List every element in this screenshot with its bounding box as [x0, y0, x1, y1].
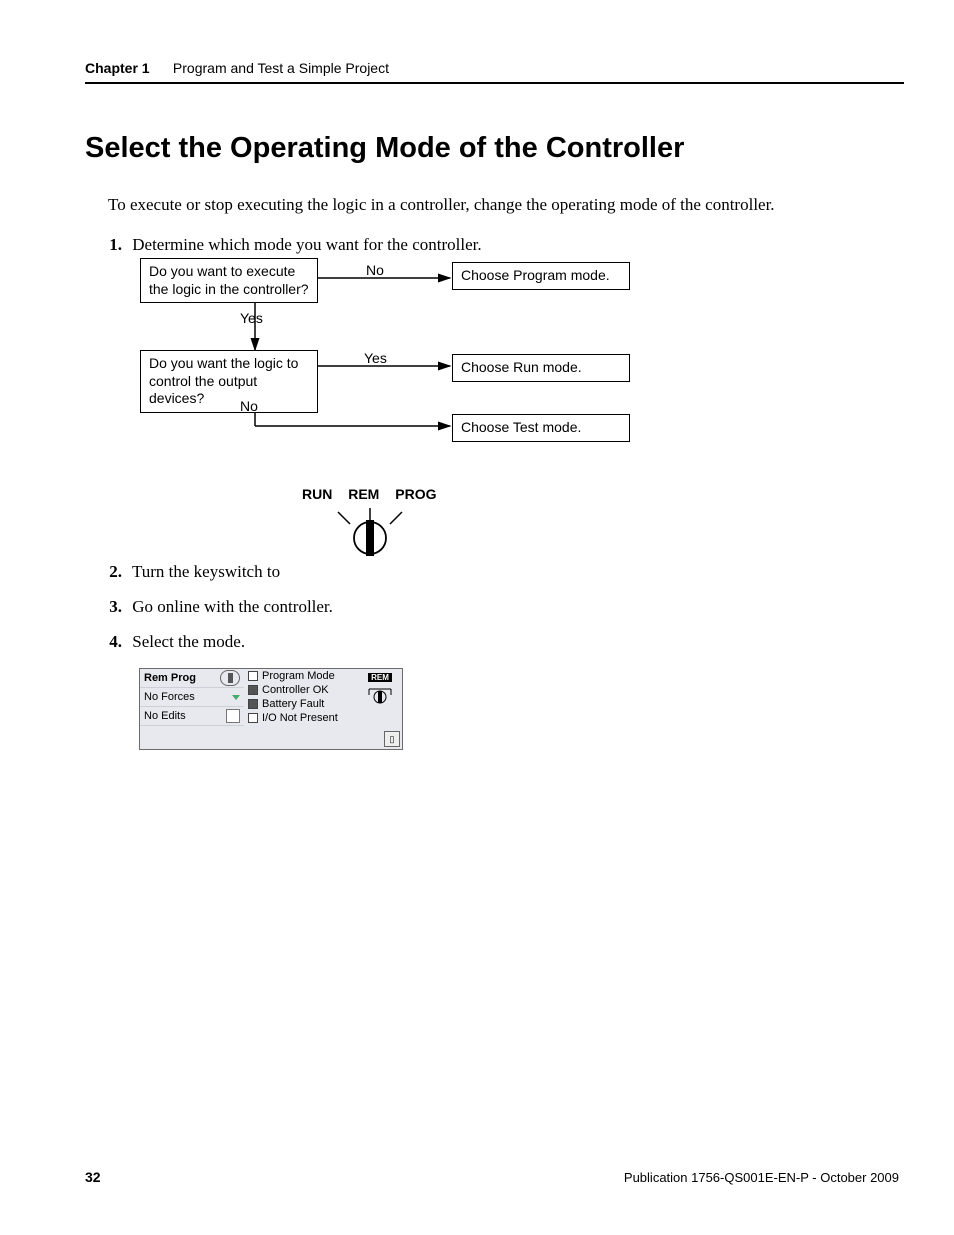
- panel-program-mode-label: Program Mode: [262, 669, 335, 683]
- keyswitch-small-icon: [365, 685, 395, 707]
- panel-mid-io-not-present: I/O Not Present: [244, 711, 352, 725]
- step-1-text: Determine which mode you want for the co…: [132, 235, 481, 254]
- keyswitch-icon: [304, 508, 434, 560]
- flow-question-1: Do you want to execute the logic in the …: [140, 258, 318, 303]
- step-4: 4. Select the mode.: [100, 632, 245, 652]
- checkbox-icon: [248, 685, 258, 695]
- flow-label-no-2: No: [240, 398, 258, 414]
- panel-right-column: REM: [360, 671, 400, 707]
- panel-controller-ok-label: Controller OK: [262, 683, 329, 697]
- step-1-number: 1.: [100, 235, 122, 255]
- panel-mid-column: Program Mode Controller OK Battery Fault…: [244, 669, 352, 725]
- flow-label-yes-1: Yes: [240, 310, 263, 326]
- panel-rem-prog-label: Rem Prog: [144, 669, 196, 687]
- panel-no-edits-label: No Edits: [144, 707, 186, 725]
- edits-icon: [226, 709, 240, 723]
- keyswitch-diagram: RUN REM PROG: [296, 486, 442, 560]
- step-4-number: 4.: [100, 632, 122, 652]
- step-4-text: Select the mode.: [132, 632, 245, 651]
- panel-corner-button[interactable]: ▯: [384, 731, 400, 747]
- keyswitch-run: RUN: [302, 486, 332, 502]
- panel-row-no-edits[interactable]: No Edits: [140, 707, 244, 726]
- flow-label-no-1: No: [366, 262, 384, 278]
- flow-label-yes-2: Yes: [364, 350, 387, 366]
- checkbox-icon: [248, 671, 258, 681]
- step-3-text: Go online with the controller.: [132, 597, 333, 616]
- panel-no-forces-label: No Forces: [144, 688, 195, 706]
- door-icon: ▯: [390, 734, 395, 745]
- flow-result-program: Choose Program mode.: [452, 262, 630, 290]
- step-2: 2. Turn the keyswitch to: [100, 562, 280, 582]
- flow-question-2: Do you want the logic to control the out…: [140, 350, 318, 413]
- keyswitch-labels: RUN REM PROG: [296, 486, 442, 502]
- panel-mid-program-mode: Program Mode: [244, 669, 352, 683]
- checkbox-icon: [248, 713, 258, 723]
- controller-status-panel: Rem Prog No Forces No Edits Program Mode…: [139, 668, 403, 750]
- checkbox-icon: [248, 699, 258, 709]
- step-3: 3. Go online with the controller.: [100, 597, 333, 617]
- keyswitch-prog: PROG: [395, 486, 436, 502]
- footer-page-number: 32: [85, 1169, 101, 1185]
- intro-text: To execute or stop executing the logic i…: [108, 195, 775, 215]
- step-1: 1. Determine which mode you want for the…: [100, 235, 482, 255]
- panel-row-no-forces[interactable]: No Forces: [140, 688, 244, 707]
- panel-battery-fault-label: Battery Fault: [262, 697, 324, 711]
- section-heading: Select the Operating Mode of the Control…: [85, 132, 684, 165]
- footer-publication: Publication 1756-QS001E-EN-P - October 2…: [624, 1170, 899, 1185]
- keyswitch-rem: REM: [348, 486, 379, 502]
- flow-result-run: Choose Run mode.: [452, 354, 630, 382]
- flowchart: Do you want to execute the logic in the …: [140, 258, 640, 458]
- page: Chapter 1 Program and Test a Simple Proj…: [0, 0, 954, 1235]
- panel-row-rem-prog[interactable]: Rem Prog: [140, 669, 244, 688]
- step-2-text: Turn the keyswitch to: [132, 562, 280, 581]
- rem-badge: REM: [368, 673, 392, 682]
- panel-mid-controller-ok: Controller OK: [244, 683, 352, 697]
- step-3-number: 3.: [100, 597, 122, 617]
- chapter-title: Program and Test a Simple Project: [173, 60, 389, 76]
- flow-result-test: Choose Test mode.: [452, 414, 630, 442]
- keyswitch-dropdown-icon[interactable]: [220, 670, 240, 686]
- step-2-number: 2.: [100, 562, 122, 582]
- dropdown-icon: [232, 695, 240, 700]
- panel-left-column: Rem Prog No Forces No Edits: [140, 669, 244, 726]
- panel-mid-battery-fault: Battery Fault: [244, 697, 352, 711]
- panel-io-label: I/O Not Present: [262, 711, 338, 725]
- chapter-label: Chapter 1: [85, 60, 150, 76]
- page-header: Chapter 1 Program and Test a Simple Proj…: [85, 60, 904, 84]
